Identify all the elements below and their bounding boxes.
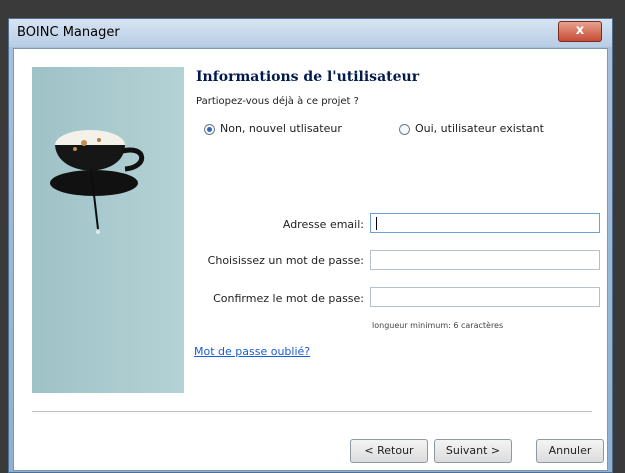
- cancel-button[interactable]: Annuler: [536, 439, 604, 463]
- radio-existing-user-label: Oui, utilisateur existant: [415, 122, 544, 135]
- close-button[interactable]: x: [558, 21, 602, 42]
- confirm-password-field[interactable]: [370, 287, 600, 307]
- confirm-password-label: Confirmez le mot de passe:: [213, 292, 364, 305]
- radio-existing-user[interactable]: Oui, utilisateur existant: [399, 122, 544, 135]
- radio-unchecked-icon[interactable]: [399, 123, 410, 135]
- boinc-manager-window: BOINC Manager x Informations de l'utilis…: [8, 18, 613, 473]
- back-button[interactable]: < Retour: [350, 439, 428, 463]
- radio-new-user[interactable]: Non, nouvel utlisateur: [204, 122, 342, 135]
- email-field[interactable]: [370, 213, 600, 233]
- forgot-password-link[interactable]: Mot de passe oublié?: [194, 345, 310, 358]
- password-label: Choisissez un mot de passe:: [207, 254, 364, 267]
- radio-new-user-label: Non, nouvel utlisateur: [220, 122, 342, 135]
- text-caret: [376, 217, 377, 230]
- coffee-cup-illustration: [32, 67, 184, 393]
- email-label: Adresse email:: [282, 218, 364, 231]
- radio-checked-icon[interactable]: [204, 123, 215, 135]
- next-button[interactable]: Suivant >: [434, 439, 512, 463]
- close-icon: x: [575, 23, 585, 38]
- title-bar[interactable]: BOINC Manager x: [9, 19, 612, 47]
- separator: [32, 411, 592, 412]
- project-question: Partiopez-vous déjà à ce projet ?: [196, 96, 359, 107]
- page-heading: Informations de l'utilisateur: [196, 69, 420, 85]
- window-title: BOINC Manager: [17, 25, 120, 40]
- password-field[interactable]: [370, 250, 600, 270]
- wizard-page: Informations de l'utilisateur Partiopez-…: [13, 48, 608, 471]
- password-length-hint: longueur minimum: 6 caractères: [372, 321, 504, 330]
